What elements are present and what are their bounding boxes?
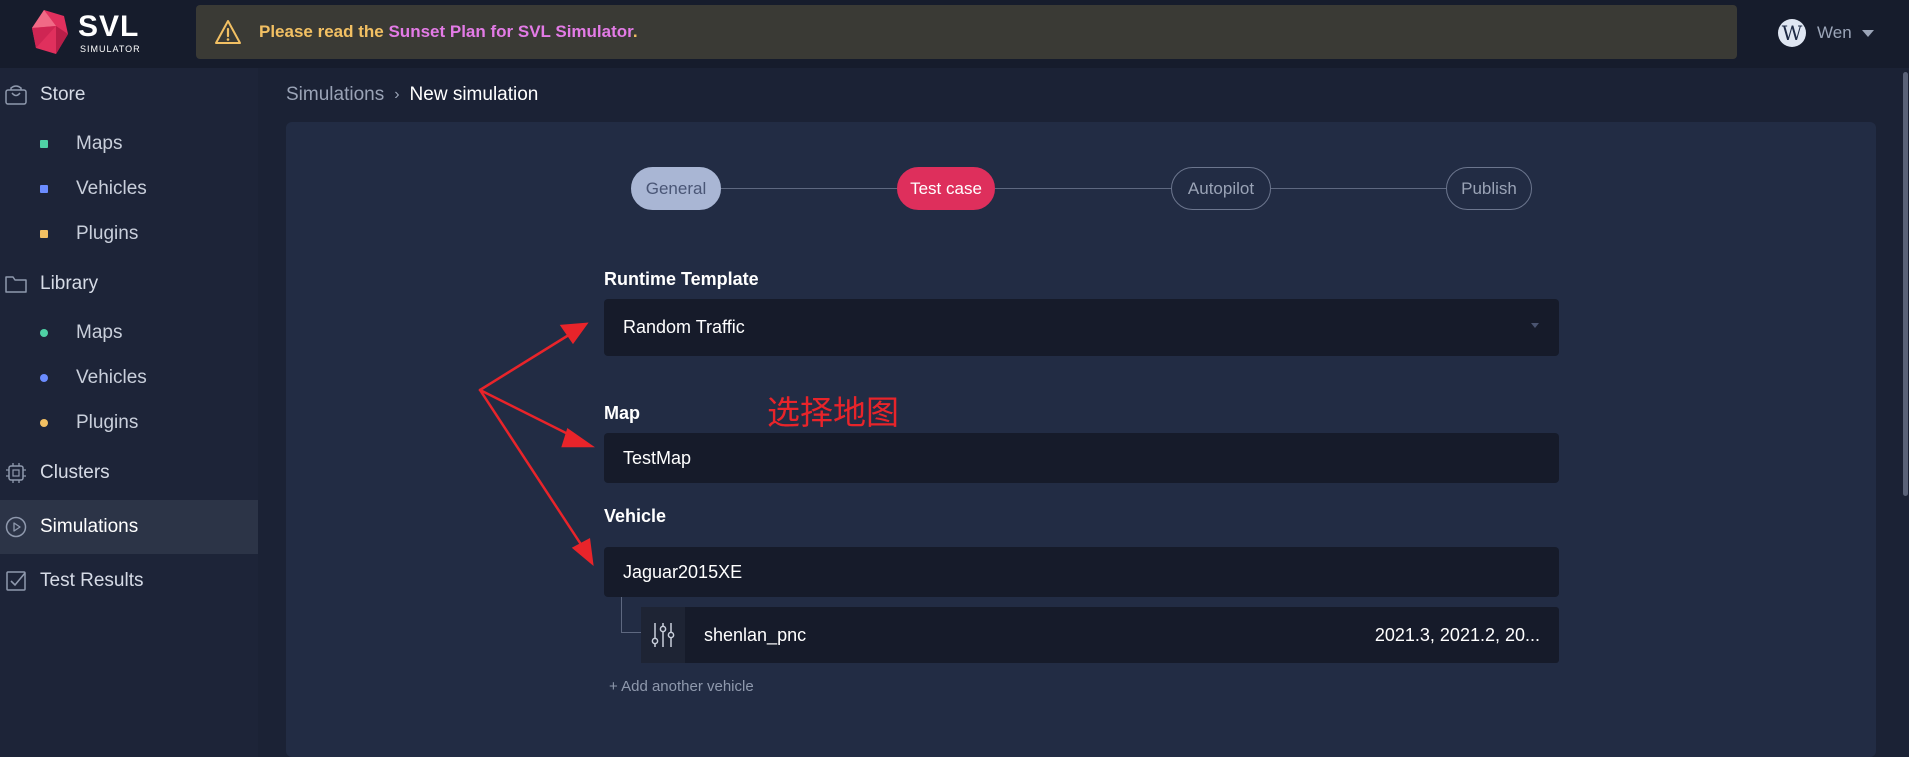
sidebar-item-store[interactable]: Store: [0, 68, 258, 122]
stepper-connector: [995, 188, 1171, 189]
sidebar-item-label: Plugins: [76, 412, 139, 433]
sidebar-item-test-results[interactable]: Test Results: [0, 554, 258, 608]
map-value: TestMap: [623, 448, 692, 468]
stepper-connector: [721, 188, 897, 189]
square-bullet-icon: [40, 140, 48, 148]
dot-bullet-icon: [40, 419, 48, 427]
sensor-config-row[interactable]: shenlan_pnc 2021.3, 2021.2, 20...: [641, 607, 1559, 663]
vehicle-select[interactable]: Jaguar2015XE: [604, 547, 1559, 597]
page-title: New simulation: [409, 84, 539, 105]
sensor-config-name: shenlan_pnc: [704, 625, 807, 645]
user-name[interactable]: Wen: [1817, 23, 1852, 43]
logo-subtitle: SIMULATOR: [80, 44, 141, 54]
sidebar-item-label: Maps: [76, 322, 123, 343]
step-test-case[interactable]: Test case: [897, 167, 995, 210]
sensor-config-icon-cell: [641, 607, 685, 663]
runtime-template-value: Random Traffic: [623, 317, 745, 337]
vehicle-value: Jaguar2015XE: [623, 562, 743, 582]
step-autopilot[interactable]: Autopilot: [1171, 167, 1271, 210]
sidebar-item-clusters[interactable]: Clusters: [0, 446, 258, 500]
add-another-vehicle-button[interactable]: + Add another vehicle: [609, 678, 754, 695]
sidebar-item-simulations[interactable]: Simulations: [0, 500, 258, 554]
breadcrumb: Simulations › New simulation: [286, 82, 538, 108]
breadcrumb-separator: ›: [394, 86, 400, 103]
map-select[interactable]: TestMap: [604, 433, 1559, 483]
sidebar-item-label: Maps: [76, 133, 123, 154]
sliders-icon: [651, 623, 675, 647]
sidebar-item-label: Store: [40, 84, 86, 105]
avatar[interactable]: W: [1778, 19, 1806, 47]
dot-bullet-icon: [40, 374, 48, 382]
svl-logo[interactable]: SVL SIMULATOR: [30, 6, 170, 60]
sidebar-item-store-vehicles[interactable]: Vehicles: [0, 167, 258, 211]
sidebar-item-label: Plugins: [76, 223, 139, 244]
dot-bullet-icon: [40, 329, 48, 337]
vehicle-label: Vehicle: [604, 506, 667, 526]
banner-suffix: .: [632, 22, 638, 41]
sidebar-item-store-maps[interactable]: Maps: [0, 122, 258, 166]
checkbox-icon: [6, 571, 26, 591]
sidebar-item-library-vehicles[interactable]: Vehicles: [0, 356, 258, 400]
sidebar-item-label: Library: [40, 273, 99, 294]
folder-icon: [5, 276, 27, 293]
map-label: Map: [604, 403, 640, 423]
top-bar: SVL SIMULATOR Please read the Sunset Pla…: [0, 0, 1909, 68]
play-circle-icon: [5, 516, 27, 538]
sensor-config-versions: 2021.3, 2021.2, 20...: [1374, 625, 1540, 645]
chevron-down-icon[interactable]: [1861, 29, 1874, 37]
runtime-template-select[interactable]: Random Traffic: [604, 299, 1559, 356]
sidebar-item-label: Simulations: [40, 516, 139, 537]
stepper-connector: [1271, 188, 1446, 189]
sidebar-item-label: Vehicles: [76, 367, 147, 388]
scrollbar-thumb[interactable]: [1903, 72, 1908, 496]
shopping-bag-icon: [5, 85, 27, 105]
square-bullet-icon: [40, 230, 48, 238]
banner-message: Please read the Sunset Plan for SVL Simu…: [259, 5, 638, 59]
sidebar-item-label: Clusters: [40, 462, 110, 483]
banner-prefix: Please read the: [259, 22, 389, 41]
tree-connector: [621, 597, 643, 633]
user-menu[interactable]: W Wen: [1778, 18, 1874, 48]
sunset-notice-banner: Please read the Sunset Plan for SVL Simu…: [196, 5, 1737, 59]
breadcrumb-simulations-link[interactable]: Simulations: [286, 84, 384, 106]
sidebar-item-library-plugins[interactable]: Plugins: [0, 401, 258, 445]
sidebar-item-label: Test Results: [40, 570, 144, 591]
sidebar-item-label: Vehicles: [76, 178, 147, 199]
warning-triangle-icon: [215, 20, 241, 44]
svl-logo-mark-icon: [32, 10, 68, 54]
square-bullet-icon: [40, 185, 48, 193]
runtime-template-label: Runtime Template: [604, 269, 759, 289]
sunset-plan-link[interactable]: Sunset Plan for SVL Simulator: [388, 22, 632, 41]
sidebar-item-library[interactable]: Library: [0, 257, 258, 311]
sidebar: Store Maps Vehicles Plugins Library Maps…: [0, 68, 258, 757]
step-publish[interactable]: Publish: [1446, 167, 1532, 210]
step-general[interactable]: General: [631, 167, 721, 210]
annotation-text: 选择地图: [767, 393, 899, 432]
chevron-down-icon: [1531, 323, 1539, 328]
sidebar-item-library-maps[interactable]: Maps: [0, 311, 258, 355]
chip-icon: [6, 463, 26, 483]
logo-name: SVL: [78, 10, 140, 43]
sidebar-item-store-plugins[interactable]: Plugins: [0, 212, 258, 256]
